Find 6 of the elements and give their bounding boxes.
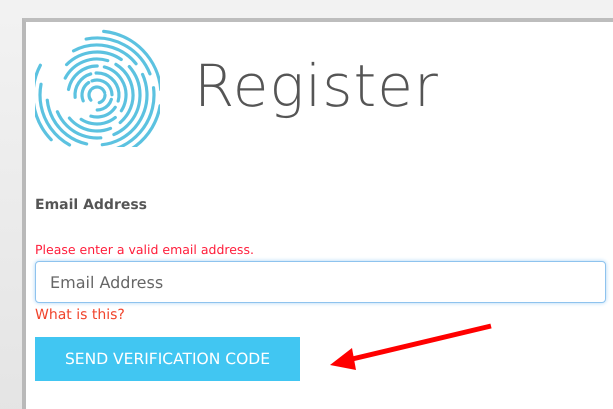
send-code-button[interactable]: SEND VERIFICATION CODE	[35, 337, 300, 381]
help-link[interactable]: What is this?	[35, 307, 125, 323]
email-field[interactable]: Email Address	[35, 261, 606, 303]
page-title: Register	[194, 52, 439, 120]
field-label: Email Address	[35, 197, 148, 213]
error-message: Please enter a valid email address.	[35, 242, 255, 257]
